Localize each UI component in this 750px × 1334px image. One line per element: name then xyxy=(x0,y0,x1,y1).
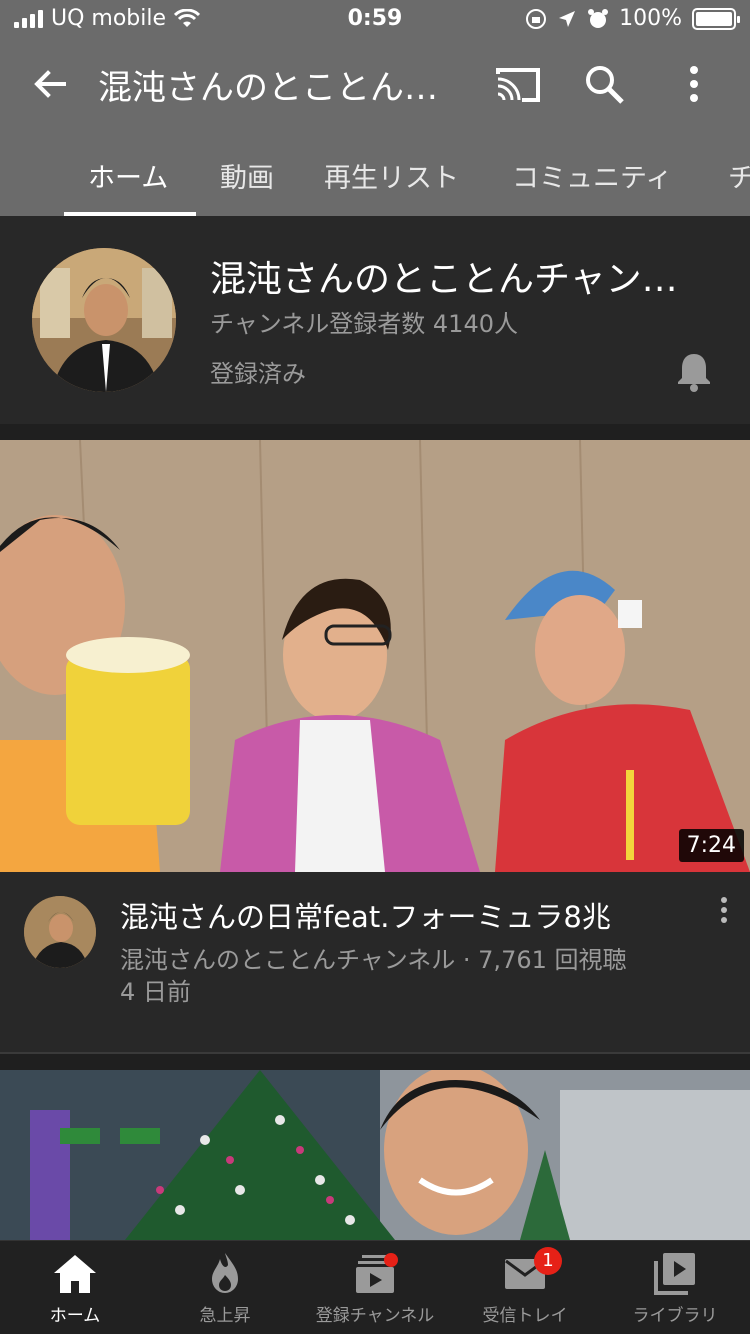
tab-videos[interactable]: 動画 xyxy=(220,156,274,195)
home-icon xyxy=(54,1255,96,1293)
thumbnail-image xyxy=(0,1070,750,1240)
status-right: 100% xyxy=(525,6,740,31)
video-more-icon[interactable] xyxy=(712,896,736,926)
subscribed-button[interactable]: 登録済み xyxy=(210,354,306,389)
section-divider xyxy=(0,1052,750,1070)
video-channel-views: 混沌さんのとことんチャンネル · 7,761 回視聴 xyxy=(120,946,627,974)
channel-header: 混沌さんのとことんチャン… チャンネル登録者数 4140人 登録済み xyxy=(0,216,750,424)
tab-home[interactable]: ホーム xyxy=(88,156,168,195)
nav-library[interactable]: ライブラリ xyxy=(600,1241,750,1334)
nav-label: 登録チャンネル xyxy=(315,1306,435,1326)
trending-icon xyxy=(212,1253,238,1293)
tab-community[interactable]: コミュニティ xyxy=(512,156,672,195)
notification-bell-icon[interactable] xyxy=(674,350,714,392)
video-channel-avatar[interactable] xyxy=(24,896,96,968)
app-bar-title: 混沌さんのとことん… xyxy=(98,68,438,108)
channel-name: 混沌さんのとことんチャン… xyxy=(210,259,678,300)
back-arrow-icon[interactable] xyxy=(28,62,72,106)
nav-subscriptions[interactable]: 登録チャンネル xyxy=(300,1241,450,1334)
video-duration: 7:24 xyxy=(678,829,744,862)
battery-percent: 100% xyxy=(619,6,682,31)
nav-trending[interactable]: 急上昇 xyxy=(150,1241,300,1334)
section-divider xyxy=(0,424,750,440)
nav-home[interactable]: ホーム xyxy=(0,1241,150,1334)
tab-channels[interactable]: チ xyxy=(728,156,750,195)
nav-label: ライブラリ xyxy=(632,1306,718,1326)
cast-icon[interactable] xyxy=(494,64,542,104)
tab-playlists[interactable]: 再生リスト xyxy=(324,156,459,195)
channel-tabs: ホーム 動画 再生リスト コミュニティ チ xyxy=(0,128,750,216)
top-bar: UQ mobile 0:59 100% 混沌さんのとことん… ホーム 動画 再生… xyxy=(0,0,750,216)
nav-label: ホーム xyxy=(49,1306,101,1326)
nav-inbox[interactable]: 1 受信トレイ xyxy=(450,1241,600,1334)
video-item[interactable]: 混沌さんの日常feat.フォーミュラ8兆 混沌さんのとことんチャンネル · 7,… xyxy=(0,872,750,1052)
status-bar: UQ mobile 0:59 100% xyxy=(0,0,750,40)
battery-icon xyxy=(692,7,740,30)
app-bar: 混沌さんのとことん… xyxy=(0,40,750,128)
avatar-image xyxy=(24,896,96,968)
thumbnail-image xyxy=(0,440,750,872)
video-thumbnail[interactable] xyxy=(0,1070,750,1240)
search-icon[interactable] xyxy=(582,62,626,106)
rotation-lock-icon xyxy=(526,8,547,29)
channel-avatar[interactable] xyxy=(32,248,176,392)
avatar-image xyxy=(32,248,176,392)
nav-label: 受信トレイ xyxy=(482,1306,568,1326)
alarm-icon xyxy=(588,8,609,28)
bottom-nav: ホーム 急上昇 登録チャンネル 1 受信トレイ ライブラリ xyxy=(0,1240,750,1334)
video-thumbnail[interactable]: 7:24 xyxy=(0,440,750,872)
nav-label: 急上昇 xyxy=(199,1306,251,1326)
video-title[interactable]: 混沌さんの日常feat.フォーミュラ8兆 xyxy=(120,894,611,936)
subscriber-count: チャンネル登録者数 4140人 xyxy=(210,310,518,338)
new-content-dot xyxy=(384,1253,398,1267)
video-age: 4 日前 xyxy=(120,978,191,1006)
library-icon xyxy=(654,1253,695,1295)
more-vert-icon[interactable] xyxy=(676,62,712,106)
location-icon xyxy=(559,10,576,27)
inbox-badge: 1 xyxy=(534,1247,562,1275)
